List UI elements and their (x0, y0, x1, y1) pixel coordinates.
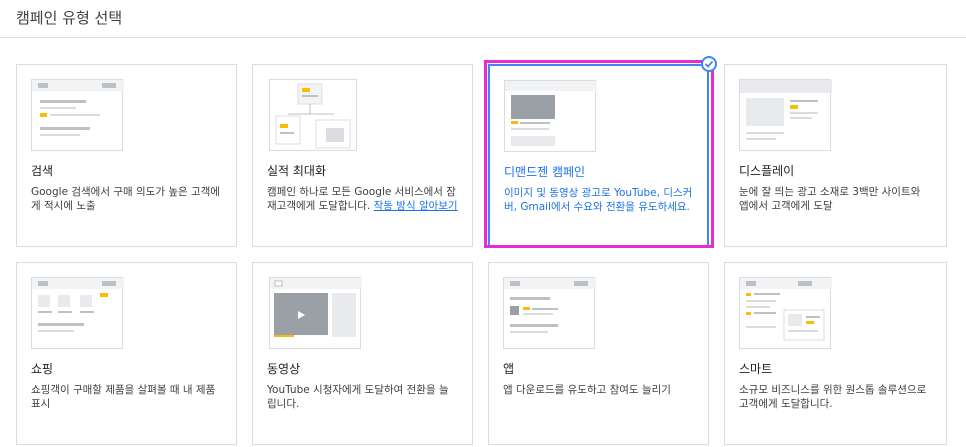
card-title: 스마트 (739, 362, 773, 376)
card-description: YouTube 시청자에게 도달하여 전환을 늘립니다. (267, 384, 449, 410)
card-description: 캠페인 하나로 모든 Google 서비스에서 잠재고객에게 도달합니다. 작동… (267, 185, 458, 213)
app-thumbnail (503, 277, 596, 349)
card-title: 쇼핑 (31, 362, 54, 376)
page-title: 캠페인 유형 선택 (16, 9, 123, 27)
campaign-card-video[interactable]: 동영상 YouTube 시청자에게 도달하여 전환을 늘립니다. (252, 262, 473, 445)
card-title: 디맨드젠 캠페인 (504, 165, 586, 179)
card-description: 쇼핑객이 구매할 제품을 살펴볼 때 내 제품 표시 (31, 384, 216, 410)
card-title: 디스플레이 (739, 164, 795, 178)
page-header: 캠페인 유형 선택 (0, 0, 966, 38)
card-description: 앱 다운로드를 유도하고 참여도 늘리기 (503, 384, 671, 396)
card-description: 이미지 및 동영상 광고로 YouTube, 디스커버, Gmail에서 수요와… (504, 187, 693, 213)
campaign-card-smart[interactable]: 스마트 소규모 비즈니스를 위한 원스톱 솔루션으로 고객에게 도달합니다. (724, 262, 947, 445)
display-thumbnail (739, 79, 832, 151)
card-description: 소규모 비즈니스를 위한 원스톱 솔루션으로 고객에게 도달합니다. (739, 384, 927, 410)
card-title: 앱 (503, 362, 515, 376)
performance-max-thumbnail (269, 79, 357, 151)
campaign-card-app[interactable]: 앱 앱 다운로드를 유도하고 참여도 늘리기 (488, 262, 709, 445)
card-description: 눈에 잘 띄는 광고 소재로 3백만 사이트와 앱에서 고객에게 도달 (739, 186, 921, 212)
campaign-card-shopping[interactable]: 쇼핑 쇼핑객이 구매할 제품을 살펴볼 때 내 제품 표시 (16, 262, 237, 445)
campaign-card-search[interactable]: 검색 Google 검색에서 구매 의도가 높은 고객에게 적시에 노출 (16, 64, 237, 247)
card-description: Google 검색에서 구매 의도가 높은 고객에게 적시에 노출 (31, 186, 220, 212)
shopping-thumbnail (31, 277, 124, 349)
card-title: 검색 (31, 164, 54, 178)
card-title: 실적 최대화 (267, 164, 327, 178)
campaign-card-performance-max[interactable]: 실적 최대화 캠페인 하나로 모든 Google 서비스에서 잠재고객에게 도달… (252, 64, 473, 247)
video-thumbnail (269, 277, 362, 349)
smart-thumbnail (739, 277, 832, 349)
learn-how-it-works-link[interactable]: 작동 방식 알아보기 (374, 200, 458, 212)
demand-gen-thumbnail (504, 80, 597, 152)
card-title: 동영상 (267, 362, 301, 376)
search-thumbnail (31, 79, 124, 151)
selected-check-icon (701, 56, 717, 72)
campaign-card-demand-gen[interactable]: 디맨드젠 캠페인 이미지 및 동영상 광고로 YouTube, 디스커버, Gm… (488, 64, 709, 247)
campaign-card-display[interactable]: 디스플레이 눈에 잘 띄는 광고 소재로 3백만 사이트와 앱에서 고객에게 도… (724, 64, 947, 247)
